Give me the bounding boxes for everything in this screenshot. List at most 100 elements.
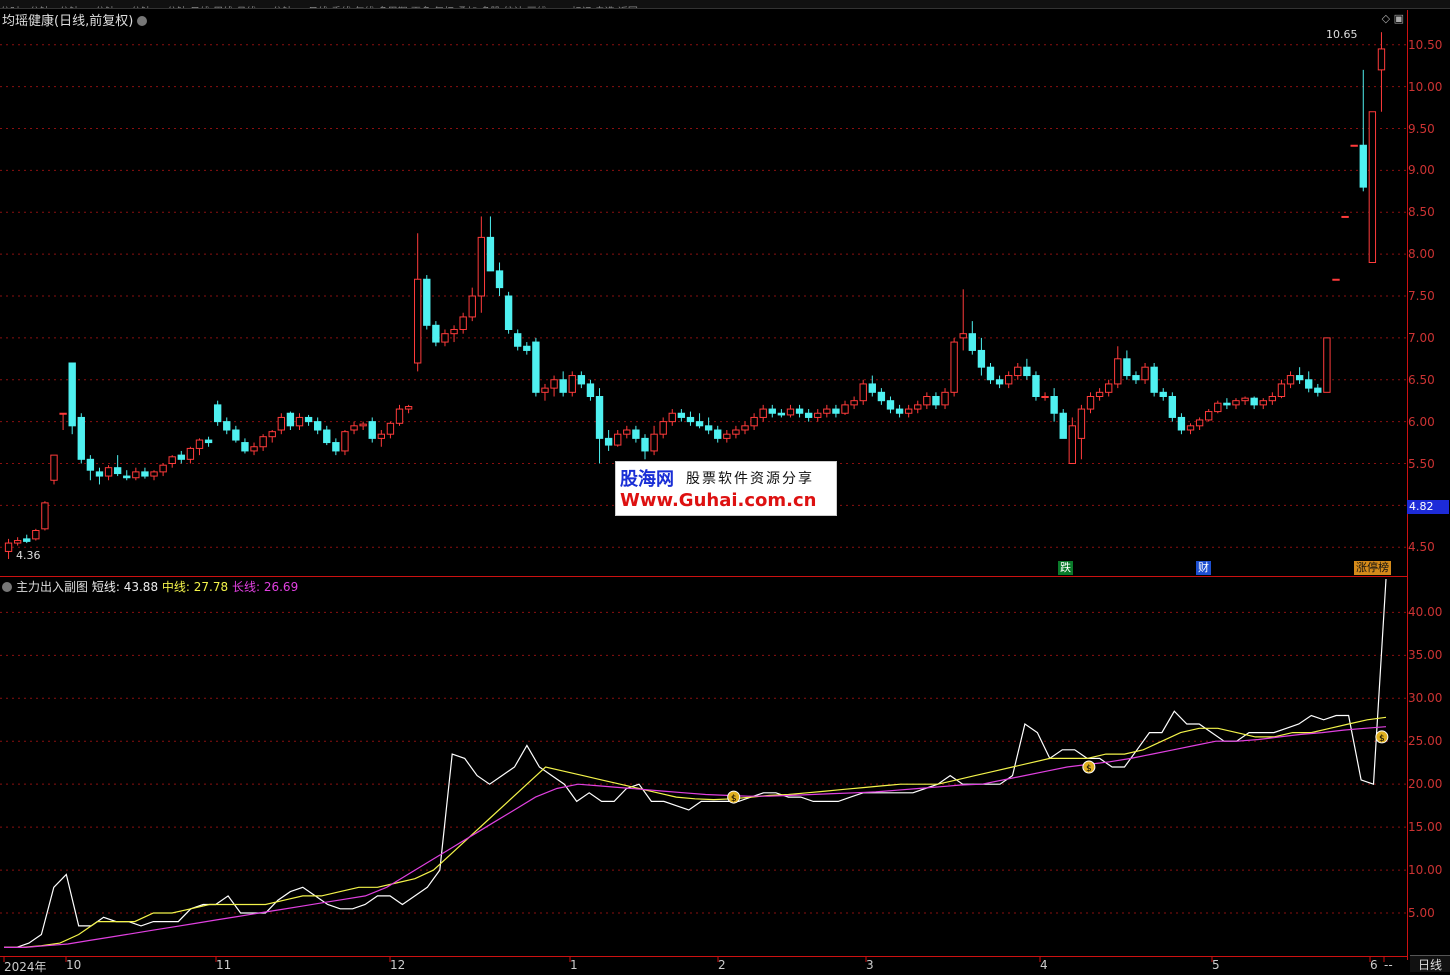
candle-body [1205, 411, 1213, 421]
long-line-label: 长线: [231, 580, 261, 594]
price-tick: 4.50 [1408, 540, 1435, 555]
candle-body [559, 379, 567, 393]
candle-body [904, 408, 913, 414]
period-button[interactable]: 日线 [1410, 955, 1450, 972]
candle-body [1250, 397, 1258, 406]
indicator-axis: 40.00 35.00 30.00 25.00 20.00 15.00 10.00 5.00 [1408, 578, 1450, 956]
mid-line-value: 27.78 [193, 580, 229, 594]
candle-body [68, 362, 76, 427]
candle-body [95, 471, 104, 477]
candle-body [123, 475, 131, 479]
indicator-tick: 20.00 [1408, 777, 1443, 792]
indicator-tick: 15.00 [1408, 820, 1443, 835]
time-label: -- [1384, 958, 1393, 972]
price-tick: 10.00 [1408, 79, 1443, 94]
candle-body [895, 408, 904, 414]
candle-body [704, 425, 713, 431]
candle-body [1105, 383, 1113, 393]
candle-body [1177, 416, 1186, 431]
candle-body [32, 530, 40, 540]
event-marker-finance[interactable]: 财 [1196, 561, 1211, 575]
candle-body [632, 429, 640, 439]
candle-body [695, 421, 704, 427]
long-line-value: 26.69 [263, 580, 299, 594]
candle-body [1023, 366, 1031, 377]
candle-body [150, 471, 158, 477]
indicator-tick: 25.00 [1408, 734, 1443, 749]
series-line-短线 [4, 578, 1387, 949]
candle-body [441, 333, 449, 343]
candle-body [1141, 366, 1149, 381]
series-line-长线 [4, 726, 1387, 949]
candle-body [1350, 144, 1358, 147]
price-tick: 8.50 [1408, 205, 1435, 220]
candle-body [386, 422, 395, 435]
candle-body [859, 383, 867, 402]
candle-body [741, 425, 749, 431]
candle-body [995, 379, 1004, 385]
candle-body [1241, 397, 1249, 402]
candle-body [1214, 402, 1222, 413]
candle-body [77, 416, 85, 460]
mid-line-label: 中线: [161, 580, 190, 594]
candle-body [1032, 375, 1040, 397]
candle-body [1332, 278, 1340, 281]
event-marker-down[interactable]: 跌 [1058, 561, 1073, 575]
candle-body [868, 383, 876, 393]
event-marker-limit-up[interactable]: 涨停榜 [1354, 561, 1391, 575]
candle-body [732, 429, 740, 435]
candle-body [777, 412, 786, 416]
candle-body [1095, 391, 1104, 397]
chevron-down-icon[interactable] [2, 582, 12, 592]
candle-body [1359, 144, 1367, 188]
short-line-value: 43.88 [123, 580, 159, 594]
candle-body [414, 278, 422, 364]
candle-body [914, 404, 922, 410]
indicator-name[interactable]: 主力出入副图 [16, 580, 88, 594]
candle-body [1114, 358, 1122, 385]
high-price-marker: 10.65 [1326, 28, 1358, 41]
candle-body [941, 391, 949, 406]
candle-body [723, 433, 731, 439]
time-label: 1 [570, 958, 578, 972]
sub-grid [0, 611, 1408, 962]
price-tick: 8.00 [1408, 247, 1435, 262]
price-tick: 6.00 [1408, 414, 1435, 429]
candle-body [850, 400, 858, 406]
candle-body [232, 429, 240, 441]
candle-body [23, 538, 31, 542]
candle-body [1132, 375, 1140, 381]
current-price-badge: 4.82 [1407, 500, 1449, 514]
candle-body [377, 433, 386, 439]
signal-markers: $ $ $ [727, 730, 1389, 804]
candle-body [86, 458, 95, 471]
indicator-tick: 30.00 [1408, 691, 1443, 706]
candle-body [532, 341, 540, 393]
candle-body [1286, 375, 1295, 385]
candle-body [650, 433, 658, 452]
candle-body [832, 408, 840, 414]
candle-body [1068, 425, 1077, 464]
price-tick: 5.50 [1408, 456, 1435, 471]
pane-divider[interactable] [0, 576, 1408, 577]
price-tick: 7.00 [1408, 330, 1435, 345]
watermark-subtitle: 股票软件资源分享 [686, 471, 814, 487]
candle-body [41, 502, 49, 530]
candle-body [977, 349, 986, 368]
candle-body [1159, 391, 1167, 397]
price-tick: 10.50 [1408, 37, 1443, 52]
candle-body [1123, 358, 1131, 377]
candle-body [1004, 375, 1013, 385]
candle-body [614, 433, 622, 446]
candle-body [195, 439, 204, 449]
candle-body [304, 416, 313, 423]
candle-body [1077, 408, 1086, 439]
time-label: 4 [1040, 958, 1048, 972]
candle-body [586, 383, 595, 397]
candle-body [814, 412, 822, 418]
candle-body [604, 437, 613, 446]
candle-body [795, 408, 804, 414]
candle-body [877, 391, 886, 402]
money-bag-glyph: $ [731, 794, 737, 804]
candle-body [668, 412, 676, 423]
